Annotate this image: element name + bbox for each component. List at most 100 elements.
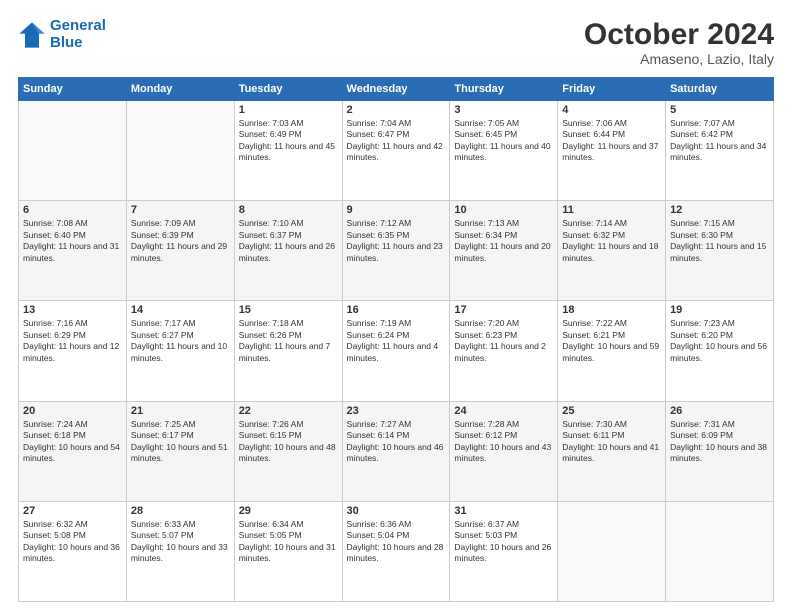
calendar-day-cell: 9 Sunrise: 7:12 AM Sunset: 6:35 PM Daylig… (342, 201, 450, 301)
day-info: Sunrise: 7:09 AM Sunset: 6:39 PM Dayligh… (131, 218, 230, 264)
day-info: Sunrise: 7:28 AM Sunset: 6:12 PM Dayligh… (454, 419, 553, 465)
calendar-week-row: 1 Sunrise: 7:03 AM Sunset: 6:49 PM Daylig… (19, 101, 774, 201)
day-info: Sunrise: 7:06 AM Sunset: 6:44 PM Dayligh… (562, 118, 661, 164)
day-number: 27 (23, 505, 122, 517)
day-number: 22 (239, 405, 338, 417)
day-number: 9 (347, 204, 446, 216)
title-block: October 2024 Amaseno, Lazio, Italy (584, 18, 774, 67)
calendar-day-cell: 4 Sunrise: 7:06 AM Sunset: 6:44 PM Daylig… (558, 101, 666, 201)
day-number: 7 (131, 204, 230, 216)
calendar-day-cell (126, 101, 234, 201)
day-number: 18 (562, 304, 661, 316)
day-number: 10 (454, 204, 553, 216)
day-info: Sunrise: 7:14 AM Sunset: 6:32 PM Dayligh… (562, 218, 661, 264)
header-monday: Monday (126, 78, 234, 101)
day-number: 28 (131, 505, 230, 517)
logo-text: General Blue (50, 18, 106, 51)
header-wednesday: Wednesday (342, 78, 450, 101)
day-info: Sunrise: 7:08 AM Sunset: 6:40 PM Dayligh… (23, 218, 122, 264)
logo: General Blue (18, 18, 106, 51)
logo-icon (18, 21, 46, 49)
day-info: Sunrise: 7:13 AM Sunset: 6:34 PM Dayligh… (454, 218, 553, 264)
day-info: Sunrise: 7:26 AM Sunset: 6:15 PM Dayligh… (239, 419, 338, 465)
day-info: Sunrise: 7:10 AM Sunset: 6:37 PM Dayligh… (239, 218, 338, 264)
calendar-week-row: 27 Sunrise: 6:32 AM Sunset: 5:08 PM Dayli… (19, 501, 774, 601)
day-number: 24 (454, 405, 553, 417)
calendar-day-cell: 21 Sunrise: 7:25 AM Sunset: 6:17 PM Dayli… (126, 401, 234, 501)
header: General Blue October 2024 Amaseno, Lazio… (18, 18, 774, 67)
day-number: 1 (239, 104, 338, 116)
calendar-day-cell (19, 101, 127, 201)
calendar-day-cell: 16 Sunrise: 7:19 AM Sunset: 6:24 PM Dayli… (342, 301, 450, 401)
calendar-day-cell: 31 Sunrise: 6:37 AM Sunset: 5:03 PM Dayli… (450, 501, 558, 601)
day-info: Sunrise: 7:20 AM Sunset: 6:23 PM Dayligh… (454, 318, 553, 364)
day-info: Sunrise: 7:16 AM Sunset: 6:29 PM Dayligh… (23, 318, 122, 364)
calendar-day-cell: 8Sunrise: 7:10 AM Sunset: 6:37 PM Daylig… (234, 201, 342, 301)
day-info: Sunrise: 7:19 AM Sunset: 6:24 PM Dayligh… (347, 318, 446, 364)
calendar-day-cell: 5Sunrise: 7:07 AM Sunset: 6:42 PM Daylig… (666, 101, 774, 201)
day-info: Sunrise: 6:33 AM Sunset: 5:07 PM Dayligh… (131, 519, 230, 565)
calendar-day-cell: 2Sunrise: 7:04 AM Sunset: 6:47 PM Daylig… (342, 101, 450, 201)
calendar-week-row: 13Sunrise: 7:16 AM Sunset: 6:29 PM Dayli… (19, 301, 774, 401)
calendar-day-cell: 24 Sunrise: 7:28 AM Sunset: 6:12 PM Dayli… (450, 401, 558, 501)
header-sunday: Sunday (19, 78, 127, 101)
day-number: 16 (347, 304, 446, 316)
calendar-day-cell: 30 Sunrise: 6:36 AM Sunset: 5:04 PM Dayli… (342, 501, 450, 601)
calendar-day-cell: 15Sunrise: 7:18 AM Sunset: 6:26 PM Dayli… (234, 301, 342, 401)
day-info: Sunrise: 7:07 AM Sunset: 6:42 PM Dayligh… (670, 118, 769, 164)
day-number: 14 (131, 304, 230, 316)
calendar-table: Sunday Monday Tuesday Wednesday Thursday… (18, 77, 774, 602)
calendar-day-cell: 28 Sunrise: 6:33 AM Sunset: 5:07 PM Dayli… (126, 501, 234, 601)
day-number: 23 (347, 405, 446, 417)
calendar-day-cell (666, 501, 774, 601)
day-info: Sunrise: 7:25 AM Sunset: 6:17 PM Dayligh… (131, 419, 230, 465)
day-info: Sunrise: 7:04 AM Sunset: 6:47 PM Dayligh… (347, 118, 446, 164)
calendar-day-cell (558, 501, 666, 601)
day-number: 30 (347, 505, 446, 517)
day-number: 29 (239, 505, 338, 517)
weekday-header-row: Sunday Monday Tuesday Wednesday Thursday… (19, 78, 774, 101)
day-info: Sunrise: 6:36 AM Sunset: 5:04 PM Dayligh… (347, 519, 446, 565)
calendar-day-cell: 17Sunrise: 7:20 AM Sunset: 6:23 PM Dayli… (450, 301, 558, 401)
day-number: 31 (454, 505, 553, 517)
day-info: Sunrise: 7:17 AM Sunset: 6:27 PM Dayligh… (131, 318, 230, 364)
day-info: Sunrise: 6:32 AM Sunset: 5:08 PM Dayligh… (23, 519, 122, 565)
calendar-day-cell: 26Sunrise: 7:31 AM Sunset: 6:09 PM Dayli… (666, 401, 774, 501)
calendar-day-cell: 19Sunrise: 7:23 AM Sunset: 6:20 PM Dayli… (666, 301, 774, 401)
header-tuesday: Tuesday (234, 78, 342, 101)
day-number: 26 (670, 405, 769, 417)
day-number: 3 (454, 104, 553, 116)
day-info: Sunrise: 7:24 AM Sunset: 6:18 PM Dayligh… (23, 419, 122, 465)
calendar-day-cell: 23Sunrise: 7:27 AM Sunset: 6:14 PM Dayli… (342, 401, 450, 501)
calendar-day-cell: 6 Sunrise: 7:08 AM Sunset: 6:40 PM Daylig… (19, 201, 127, 301)
calendar-day-cell: 20 Sunrise: 7:24 AM Sunset: 6:18 PM Dayli… (19, 401, 127, 501)
day-info: Sunrise: 7:05 AM Sunset: 6:45 PM Dayligh… (454, 118, 553, 164)
calendar-week-row: 20 Sunrise: 7:24 AM Sunset: 6:18 PM Dayli… (19, 401, 774, 501)
day-number: 12 (670, 204, 769, 216)
calendar-day-cell: 13Sunrise: 7:16 AM Sunset: 6:29 PM Dayli… (19, 301, 127, 401)
calendar-day-cell: 18Sunrise: 7:22 AM Sunset: 6:21 PM Dayli… (558, 301, 666, 401)
day-info: Sunrise: 7:03 AM Sunset: 6:49 PM Dayligh… (239, 118, 338, 164)
day-number: 25 (562, 405, 661, 417)
page: General Blue October 2024 Amaseno, Lazio… (0, 0, 792, 612)
calendar-day-cell: 1 Sunrise: 7:03 AM Sunset: 6:49 PM Daylig… (234, 101, 342, 201)
day-info: Sunrise: 7:12 AM Sunset: 6:35 PM Dayligh… (347, 218, 446, 264)
day-info: Sunrise: 7:30 AM Sunset: 6:11 PM Dayligh… (562, 419, 661, 465)
day-number: 15 (239, 304, 338, 316)
month-title: October 2024 (584, 18, 774, 51)
day-info: Sunrise: 6:37 AM Sunset: 5:03 PM Dayligh… (454, 519, 553, 565)
day-info: Sunrise: 7:15 AM Sunset: 6:30 PM Dayligh… (670, 218, 769, 264)
calendar-day-cell: 22 Sunrise: 7:26 AM Sunset: 6:15 PM Dayli… (234, 401, 342, 501)
day-number: 11 (562, 204, 661, 216)
header-thursday: Thursday (450, 78, 558, 101)
calendar-day-cell: 7 Sunrise: 7:09 AM Sunset: 6:39 PM Daylig… (126, 201, 234, 301)
day-number: 21 (131, 405, 230, 417)
day-number: 4 (562, 104, 661, 116)
calendar-day-cell: 11 Sunrise: 7:14 AM Sunset: 6:32 PM Dayli… (558, 201, 666, 301)
day-number: 20 (23, 405, 122, 417)
header-friday: Friday (558, 78, 666, 101)
calendar-day-cell: 12 Sunrise: 7:15 AM Sunset: 6:30 PM Dayli… (666, 201, 774, 301)
location: Amaseno, Lazio, Italy (584, 51, 774, 67)
header-saturday: Saturday (666, 78, 774, 101)
day-number: 6 (23, 204, 122, 216)
